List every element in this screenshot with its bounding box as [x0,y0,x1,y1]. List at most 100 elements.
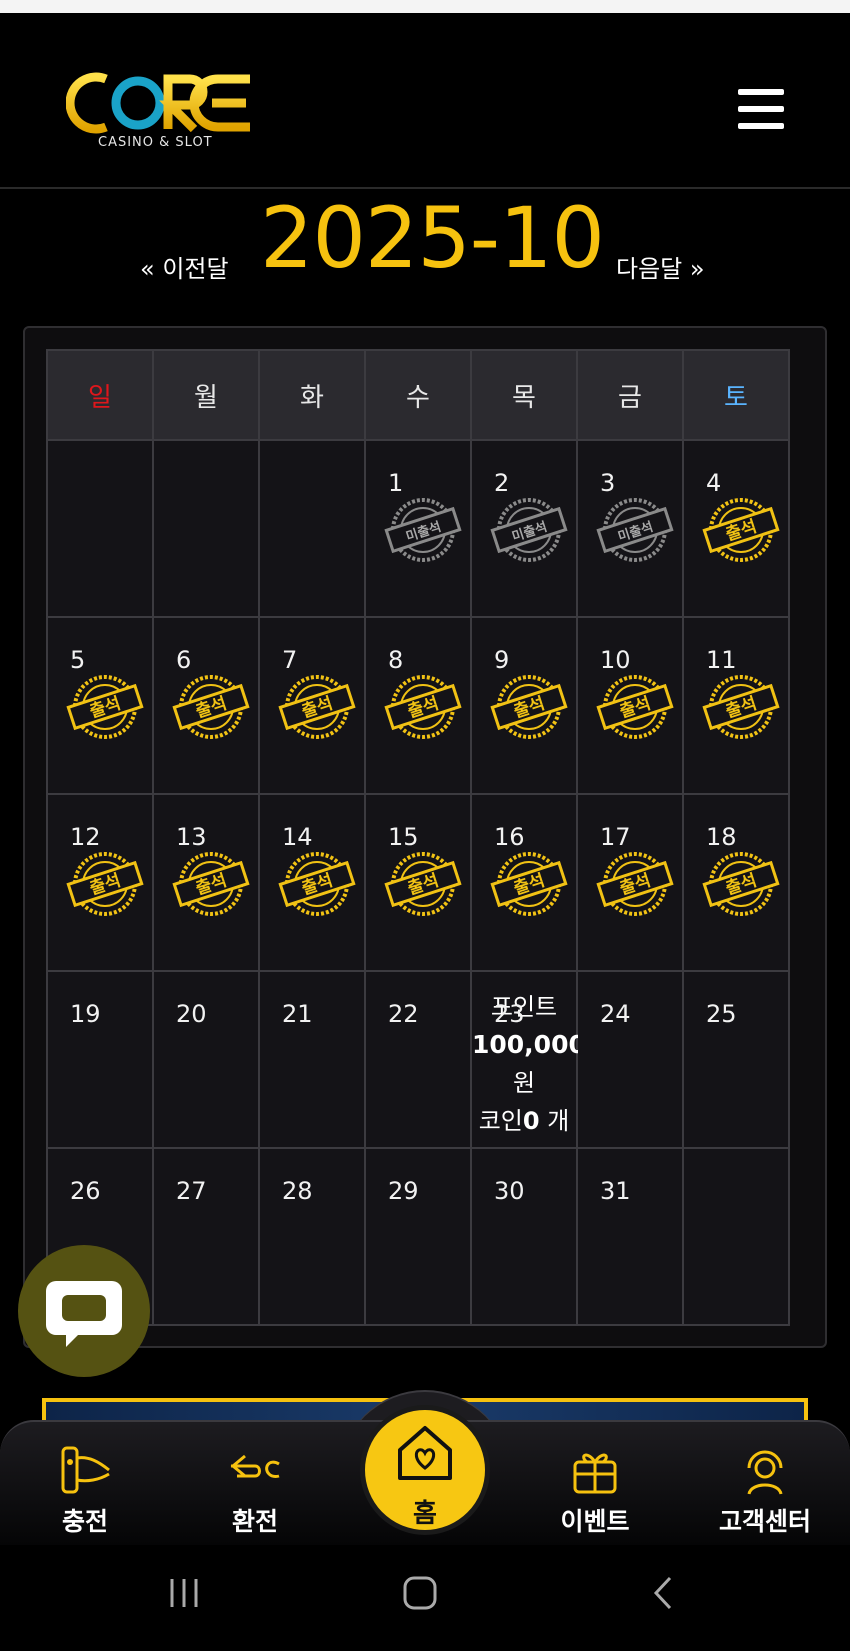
calendar-day-cell[interactable]: 7 출석 [258,616,366,795]
attended-stamp-icon: 출석 [488,849,570,919]
calendar-day-cell[interactable]: 30 [470,1147,578,1326]
day-number: 31 [600,1177,631,1205]
points-unit: 원 [512,1069,536,1097]
nav-deposit-label: 충전 [61,1507,108,1536]
weekday-sat: 토 [682,349,790,441]
calendar-day-cell[interactable]: 25 [682,970,790,1149]
prev-month-link[interactable]: « 이전달 [140,249,229,284]
calendar-day-cell[interactable]: 14 출석 [258,793,366,972]
attended-stamp-icon: 출석 [64,672,146,742]
calendar-day-cell[interactable]: 9 출석 [470,616,578,795]
points-amount: 100,000 [472,1030,586,1059]
nav-support[interactable]: 고객센터 [700,1442,830,1538]
attended-stamp-icon: 출석 [488,672,570,742]
next-month-link[interactable]: 다음달 » [616,249,705,284]
calendar-day-cell[interactable]: 28 [258,1147,366,1326]
month-title: 2025-10 [260,189,605,287]
chat-bubble-icon [46,1281,122,1347]
nav-home-label: 홈 [413,1499,437,1529]
calendar-day-cell[interactable]: 16 출석 [470,793,578,972]
calendar-day-cell[interactable]: 22 [364,970,472,1149]
gift-icon [573,1453,617,1494]
header: CASINO & SLOT [0,13,850,189]
calendar-day-cell[interactable]: 27 [152,1147,260,1326]
status-bar [0,0,850,13]
absent-stamp-icon: 미출석 [488,495,570,565]
nav-event[interactable]: 이벤트 [530,1442,660,1538]
calendar-day-cell[interactable]: 31 [576,1147,684,1326]
calendar-day-cell[interactable]: 11 출석 [682,616,790,795]
attended-stamp-icon: 출석 [64,849,146,919]
attended-stamp-icon: 출석 [382,672,464,742]
weekday-wed: 수 [364,349,472,441]
calendar-day-cell[interactable]: 6 출석 [152,616,260,795]
weekday-sun: 일 [46,349,154,441]
attended-stamp-icon: 출석 [594,672,676,742]
calendar-day-cell[interactable]: 17 출석 [576,793,684,972]
calendar-day-cell[interactable]: 24 [576,970,684,1149]
nav-exchange[interactable]: 환전 [190,1442,320,1538]
calendar-day-cell[interactable]: 19 [46,970,154,1149]
calendar-day-cell[interactable]: 3 미출석 [576,439,684,618]
live-chat-button[interactable] [18,1245,150,1377]
day-number: 27 [176,1177,207,1205]
calendar-day-cell[interactable] [682,1147,790,1326]
day-number: 16 [494,823,525,851]
nav-home[interactable]: 홈 [360,1405,490,1535]
day-number: 18 [706,823,737,851]
calendar-week-row: 19 20 21 22 포인트 100,000 원 코인0 개 23 24 25 [46,970,790,1149]
home-system-icon[interactable] [402,1575,438,1615]
calendar-day-cell[interactable]: 5 출석 [46,616,154,795]
back-icon[interactable] [646,1575,682,1615]
day-number: 23 [494,1000,525,1028]
calendar-week-row: 12 출석 13 출석 14 출석 15 출석 16 출석 17 출석 18 출석 [46,793,790,972]
calendar-day-cell[interactable]: 18 출석 [682,793,790,972]
day-number: 5 [70,646,86,674]
day-number: 7 [282,646,298,674]
day-number: 11 [706,646,737,674]
day-number: 25 [706,1000,737,1028]
day-number: 22 [388,1000,419,1028]
month-navigation: « 이전달 2025-10 다음달 » [0,189,850,307]
calendar-day-cell[interactable]: 2 미출석 [470,439,578,618]
nav-exchange-label: 환전 [231,1507,278,1536]
home-heart-icon [398,1426,452,1480]
recent-apps-icon[interactable] [166,1575,202,1615]
hamburger-menu-icon[interactable] [738,89,784,129]
calendar-day-cell[interactable]: 1 미출석 [364,439,472,618]
day-number: 4 [706,469,722,497]
calendar-day-cell[interactable]: 21 [258,970,366,1149]
calendar-day-cell[interactable]: 8 출석 [364,616,472,795]
calendar-week-row: 5 출석 6 출석 7 출석 8 출석 9 출석 10 출석 11 출석 [46,616,790,795]
calendar-day-cell[interactable]: 20 [152,970,260,1149]
day-number: 14 [282,823,313,851]
attended-stamp-icon: 출석 [276,672,358,742]
weekday-tue: 화 [258,349,366,441]
system-navigation-bar [0,1545,850,1651]
calendar-day-cell[interactable]: 13 출석 [152,793,260,972]
day-number: 28 [282,1177,313,1205]
calendar-day-cell[interactable]: 15 출석 [364,793,472,972]
attended-stamp-icon: 출석 [170,672,252,742]
attended-stamp-icon: 출석 [276,849,358,919]
calendar-day-cell[interactable]: 포인트 100,000 원 코인0 개 23 [470,970,586,1149]
calendar-day-cell[interactable] [152,439,260,618]
calendar-week-row: 1 미출석 2 미출석 3 미출석 4 출석 [46,439,790,618]
weekday-header-row: 일 월 화 수 목 금 토 [46,349,790,441]
calendar-day-cell[interactable]: 29 [364,1147,472,1326]
day-number: 20 [176,1000,207,1028]
absent-stamp-icon: 미출석 [382,495,464,565]
absent-stamp-icon: 미출석 [594,495,676,565]
attended-stamp-icon: 출석 [700,495,782,565]
calendar-day-cell[interactable]: 10 출석 [576,616,684,795]
coin-count: 코인0 개 [478,1107,570,1135]
calendar-day-cell[interactable]: 12 출석 [46,793,154,972]
nav-support-label: 고객센터 [718,1507,811,1536]
nav-deposit[interactable]: 충전 [20,1442,150,1538]
day-number: 24 [600,1000,631,1028]
calendar-day-cell[interactable] [258,439,366,618]
day-number: 19 [70,1000,101,1028]
calendar-day-cell[interactable] [46,439,154,618]
calendar-day-cell[interactable]: 4 출석 [682,439,790,618]
attended-stamp-icon: 출석 [382,849,464,919]
